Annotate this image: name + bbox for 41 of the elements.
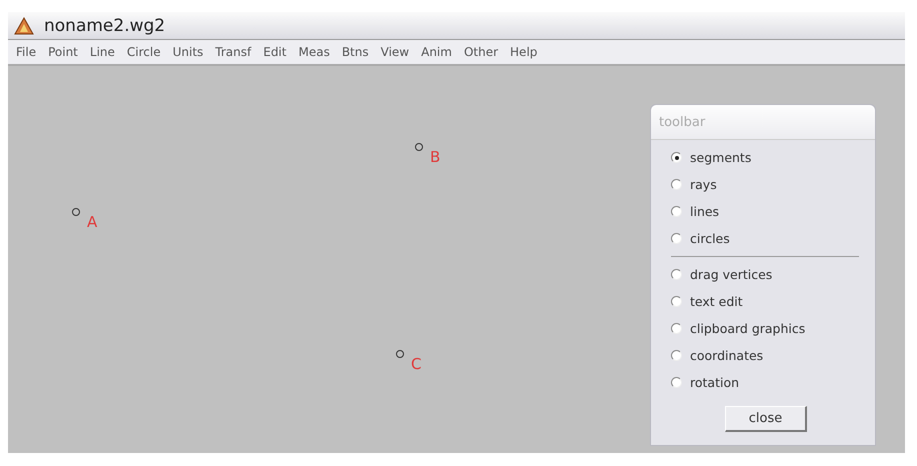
window-title: noname2.wg2	[44, 16, 166, 36]
panel-title: toolbar	[659, 114, 706, 130]
option-label[interactable]: lines	[690, 204, 720, 219]
option-label[interactable]: rotation	[690, 375, 740, 390]
menu-item[interactable]: Other	[458, 45, 504, 59]
radio-button[interactable]	[671, 296, 682, 307]
point-label: C	[411, 355, 422, 373]
option-label[interactable]: coordinates	[690, 348, 764, 363]
menu-item[interactable]: Transf	[209, 45, 258, 59]
menu-item[interactable]: Point	[42, 45, 84, 59]
radio-button[interactable]	[671, 323, 682, 334]
menu-item[interactable]: View	[374, 45, 416, 59]
option-label[interactable]: text edit	[690, 294, 743, 309]
option-label[interactable]: clipboard graphics	[690, 321, 806, 336]
option-label[interactable]: circles	[690, 231, 730, 246]
point-marker[interactable]	[415, 143, 423, 151]
point-marker[interactable]	[72, 208, 80, 216]
menu-item[interactable]: Help	[504, 45, 544, 59]
option-label[interactable]: drag vertices	[690, 267, 772, 282]
radio-button[interactable]	[671, 152, 682, 163]
point-label: A	[87, 213, 98, 231]
radio-button[interactable]	[671, 269, 682, 280]
radio-button[interactable]	[671, 233, 682, 244]
radio-button[interactable]	[671, 179, 682, 190]
menu-item[interactable]: File	[10, 45, 42, 59]
point-marker[interactable]	[396, 350, 404, 358]
menu-item[interactable]: Circle	[120, 45, 167, 59]
menu-item[interactable]: Meas	[292, 45, 336, 59]
point-label: B	[430, 148, 440, 166]
radio-button[interactable]	[671, 377, 682, 388]
option-label[interactable]: segments	[690, 150, 752, 165]
radio-button[interactable]	[671, 350, 682, 361]
menu-item[interactable]: Anim	[415, 45, 458, 59]
app-logo-icon	[14, 16, 34, 34]
menu-item[interactable]: Edit	[257, 45, 292, 59]
option-label[interactable]: rays	[690, 177, 717, 192]
menu-item[interactable]: Line	[84, 45, 121, 59]
menu-item[interactable]: Units	[166, 45, 210, 59]
menu-item[interactable]: Btns	[336, 45, 375, 59]
radio-button[interactable]	[671, 206, 682, 217]
close-button[interactable]: close	[725, 406, 807, 432]
